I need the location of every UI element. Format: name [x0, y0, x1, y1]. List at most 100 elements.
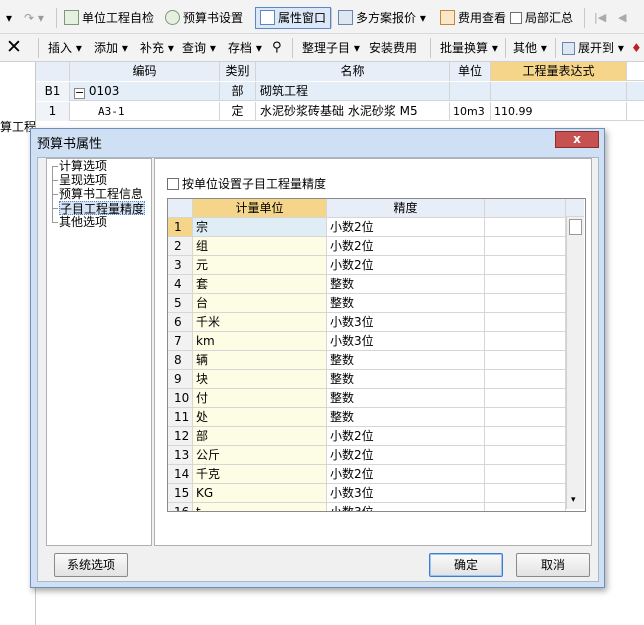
vertical-scrollbar[interactable]: ▾ — [566, 217, 584, 509]
table-row[interactable]: 3 元小数2位 — [168, 256, 566, 275]
system-options-button[interactable]: 系统选项 — [54, 553, 128, 577]
archive-menu[interactable]: 存档 ▾ — [228, 39, 262, 57]
unit-cell[interactable]: t — [193, 503, 327, 511]
column-header-code[interactable]: 编码 — [70, 62, 220, 81]
table-row[interactable]: 15 KG 小数3位 — [168, 484, 566, 503]
table-row[interactable]: 1 宗小数2位 — [168, 218, 566, 237]
unit-cell[interactable]: 组 — [193, 237, 327, 256]
precision-cell[interactable]: 整数 — [327, 408, 485, 427]
precision-cell[interactable]: 整数 — [327, 370, 485, 389]
unit-cell[interactable]: 部 — [193, 427, 327, 446]
precision-cell[interactable]: 小数2位 — [327, 256, 485, 275]
tree-item-other-options[interactable]: 其他选项 — [59, 215, 107, 229]
paint-icon[interactable]: ♦ — [631, 39, 642, 57]
table-row[interactable]: 1 A3-1 定 水泥砂浆砖基础 水泥砂浆 M5 10m3 110.99 — [36, 102, 644, 121]
unit-cell[interactable]: 千米 — [193, 313, 327, 332]
unit-precision-checkbox[interactable]: 按单位设置子目工程量精度 — [167, 176, 326, 192]
scrollbar-thumb[interactable] — [569, 219, 582, 235]
precision-cell[interactable]: 小数3位 — [327, 332, 485, 351]
table-row[interactable]: B1 − 0103 部 砌筑工程 — [36, 82, 644, 101]
binoculars-icon[interactable]: ⚲ — [272, 39, 282, 57]
precision-cell[interactable]: 小数3位 — [327, 503, 485, 511]
unit-cell[interactable]: 辆 — [193, 351, 327, 370]
unit-cell[interactable]: 处 — [193, 408, 327, 427]
table-row[interactable]: 4 套整数 — [168, 275, 566, 294]
unit-cell[interactable] — [450, 82, 491, 101]
unit-cell[interactable]: 千克 — [193, 465, 327, 484]
table-row[interactable]: 13 公斤 小数2位 — [168, 446, 566, 465]
add-menu[interactable]: 添加 ▾ — [94, 39, 128, 57]
expression-cell[interactable] — [491, 82, 627, 101]
precision-cell[interactable]: 小数3位 — [327, 313, 485, 332]
query-menu[interactable]: 查询 ▾ — [182, 39, 216, 57]
name-cell[interactable]: 砌筑工程 — [256, 82, 450, 101]
table-row[interactable]: 8 辆整数 — [168, 351, 566, 370]
undo-dropdown[interactable]: ▾ — [6, 8, 12, 28]
column-header-unit[interactable]: 单位 — [450, 62, 491, 81]
table-row[interactable]: 12 部小数2位 — [168, 427, 566, 446]
precision-cell[interactable]: 小数2位 — [327, 465, 485, 484]
table-row[interactable]: 2 组小数2位 — [168, 237, 566, 256]
precision-cell[interactable]: 小数2位 — [327, 237, 485, 256]
batch-convert-menu[interactable]: 批量换算 ▾ — [440, 39, 498, 57]
ok-button[interactable]: 确定 — [429, 553, 503, 577]
partial-summary-checkbox[interactable]: 局部汇总 — [510, 8, 573, 28]
unit-cell[interactable]: 付 — [193, 389, 327, 408]
unit-cell[interactable]: km — [193, 332, 327, 351]
property-window-button[interactable]: 属性窗口 — [255, 7, 332, 29]
tree-item-display-options[interactable]: 呈现选项 — [59, 173, 107, 187]
tree-item-quantity-precision[interactable]: 子目工程量精度 — [59, 201, 146, 216]
column-header-name[interactable]: 名称 — [256, 62, 450, 81]
unit-cell[interactable]: 块 — [193, 370, 327, 389]
unit-cell[interactable]: 套 — [193, 275, 327, 294]
precision-cell[interactable]: 整数 — [327, 389, 485, 408]
expand-to-menu[interactable]: 展开到 ▾ — [562, 39, 624, 57]
tree-item-project-info[interactable]: 预算书工程信息 — [59, 187, 143, 201]
table-row[interactable]: 16 t 小数3位 — [168, 503, 566, 511]
precision-cell[interactable]: 整数 — [327, 294, 485, 313]
unit-cell[interactable]: 10m3 — [450, 102, 491, 121]
install-fee-button[interactable]: 安装费用 — [369, 39, 417, 57]
redo-button[interactable]: ↷ ▾ — [24, 8, 44, 28]
precision-cell[interactable]: 整数 — [327, 351, 485, 370]
table-row[interactable]: 5 台整数 — [168, 294, 566, 313]
table-row[interactable]: 9 块整数 — [168, 370, 566, 389]
unit-check-button[interactable]: 单位工程自检 — [64, 8, 154, 28]
other-menu[interactable]: 其他 ▾ — [513, 39, 547, 57]
column-header-unit[interactable]: 计量单位 — [193, 199, 327, 218]
precision-cell[interactable]: 小数3位 — [327, 484, 485, 503]
expression-cell[interactable]: 110.99 — [491, 102, 627, 121]
table-row[interactable]: 10 付整数 — [168, 389, 566, 408]
organize-menu[interactable]: 整理子目 ▾ — [302, 39, 360, 57]
insert-menu[interactable]: 插入 ▾ — [48, 39, 82, 57]
tree-item-calc-options[interactable]: 计算选项 — [59, 159, 107, 173]
supplement-menu[interactable]: 补充 ▾ — [140, 39, 174, 57]
table-row[interactable]: 7 km 小数3位 — [168, 332, 566, 351]
unit-cell[interactable]: 宗 — [193, 218, 327, 237]
unit-cell[interactable]: 元 — [193, 256, 327, 275]
table-row[interactable]: 14 千克 小数2位 — [168, 465, 566, 484]
multi-quote-button[interactable]: 多方案报价 ▾ — [338, 8, 426, 28]
column-header-type[interactable]: 类别 — [220, 62, 256, 81]
scroll-down-icon[interactable]: ▾ — [571, 495, 576, 505]
unit-cell[interactable]: KG — [193, 484, 327, 503]
fee-view-button[interactable]: 费用查看 — [440, 8, 506, 28]
precision-cell[interactable]: 小数2位 — [327, 427, 485, 446]
name-cell[interactable]: 水泥砂浆砖基础 水泥砂浆 M5 — [256, 102, 450, 121]
table-row[interactable]: 11 处整数 — [168, 408, 566, 427]
budget-settings-button[interactable]: 预算书设置 — [165, 8, 243, 28]
dialog-close-button[interactable]: x — [555, 131, 599, 148]
collapse-toggle-icon[interactable]: − — [74, 87, 85, 99]
code-cell[interactable]: A3-1 — [70, 102, 220, 121]
column-header-precision[interactable]: 精度 — [327, 199, 485, 218]
close-icon[interactable]: ✕ — [6, 36, 22, 58]
precision-cell[interactable]: 小数2位 — [327, 218, 485, 237]
cancel-button[interactable]: 取消 — [516, 553, 590, 577]
code-cell[interactable]: − 0103 — [70, 82, 220, 101]
unit-cell[interactable]: 台 — [193, 294, 327, 313]
first-page-icon[interactable]: |◀ — [594, 8, 606, 28]
prev-page-icon[interactable]: ◀ — [618, 8, 626, 28]
precision-cell[interactable]: 整数 — [327, 275, 485, 294]
column-header-expression[interactable]: 工程量表达式 — [491, 62, 627, 81]
precision-cell[interactable]: 小数2位 — [327, 446, 485, 465]
